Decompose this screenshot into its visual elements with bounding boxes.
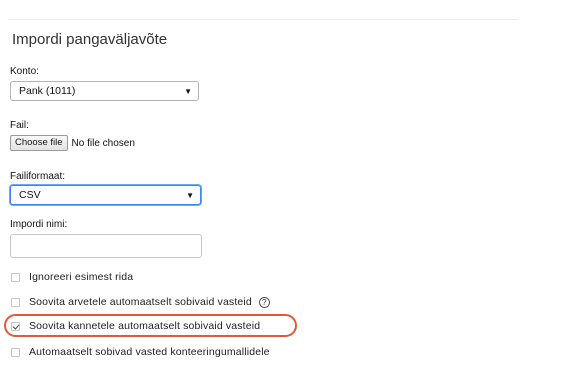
file-status: No file chosen (71, 137, 135, 149)
file-picker: Choose file No file chosen (10, 135, 135, 151)
import-name-input[interactable] (10, 234, 202, 258)
file-format-select[interactable]: CSV ▼ (10, 185, 201, 205)
option-label: Automaatselt sobivad vasted konteeringum… (29, 346, 270, 358)
option-label: Soovita kannetele automaatselt sobivaid … (29, 320, 261, 332)
question-circle-icon[interactable]: ? (258, 296, 270, 308)
option-suggest-entries[interactable]: Soovita kannetele automaatselt sobivaid … (11, 320, 260, 332)
option-template-matches[interactable]: Automaatselt sobivad vasted konteeringum… (11, 346, 270, 358)
checkbox[interactable] (11, 272, 20, 282)
checkbox-checked[interactable] (11, 321, 20, 331)
top-divider (8, 19, 518, 20)
choose-file-button[interactable]: Choose file (10, 135, 68, 151)
file-format-select-value: CSV (19, 189, 41, 201)
option-label: Soovita arvetele automaatselt sobivaid v… (29, 296, 252, 308)
chevron-down-icon: ▼ (184, 86, 192, 96)
option-ignore-first-row[interactable]: Ignoreeri esimest rida (11, 271, 133, 283)
file-label: Fail: (10, 120, 29, 131)
option-label: Ignoreeri esimest rida (29, 271, 134, 283)
checkbox[interactable] (11, 297, 20, 307)
account-label: Konto: (10, 66, 39, 77)
account-select[interactable]: Pank (1011) ▼ (10, 81, 199, 101)
checkbox[interactable] (11, 347, 20, 357)
option-suggest-invoices[interactable]: Soovita arvetele automaatselt sobivaid v… (11, 296, 270, 308)
chevron-down-icon: ▼ (186, 190, 194, 200)
account-select-value: Pank (1011) (19, 85, 76, 97)
file-format-label: Failiformaat: (10, 171, 66, 182)
import-name-label: Impordi nimi: (10, 219, 68, 230)
page-title: Impordi pangaväljavõte (12, 31, 168, 48)
